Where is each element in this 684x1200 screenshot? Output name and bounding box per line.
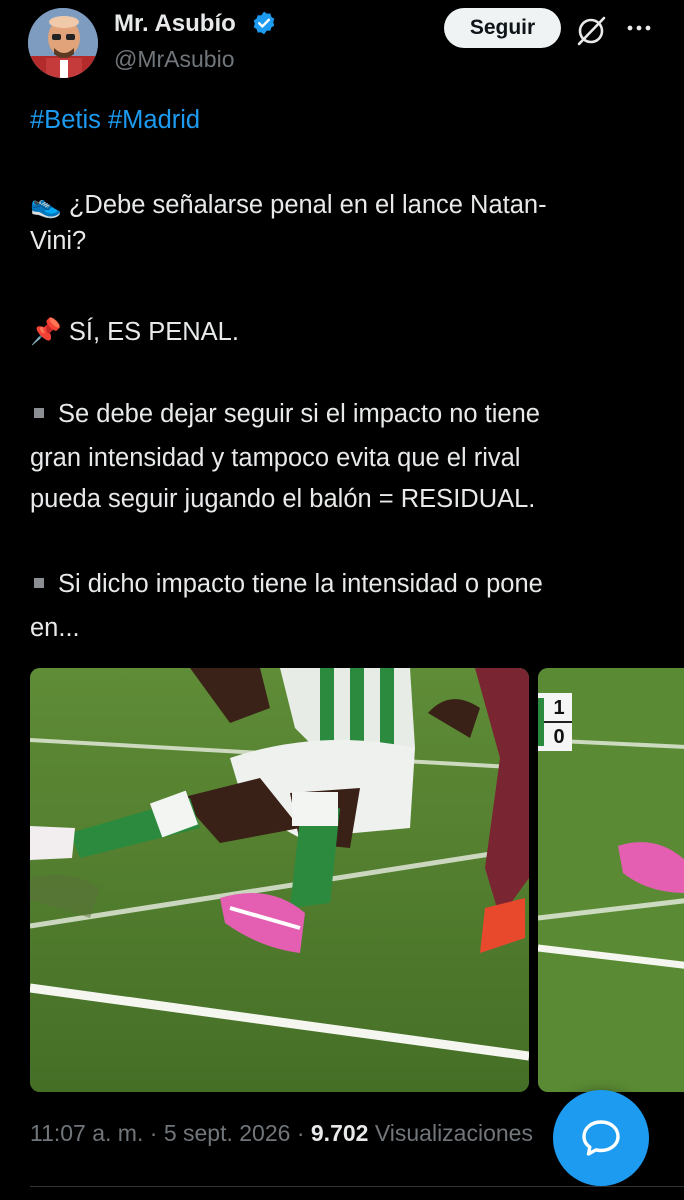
media-image-2[interactable]: 1 0 <box>538 668 684 1092</box>
grok-slash-icon[interactable] <box>574 14 608 48</box>
meta-separator-2: · <box>296 1120 305 1146</box>
point2-line-1: Si dicho impacto tiene la intensidad o p… <box>30 566 660 602</box>
point2-text-1: Si dicho impacto tiene la intensidad o p… <box>58 570 543 598</box>
point1-text-3: pueda seguir jugando el balón = RESIDUAL… <box>30 485 536 513</box>
football-pitch-image <box>30 668 529 1092</box>
follow-button[interactable]: Seguir <box>444 8 561 48</box>
views-count: 9.702 <box>310 1120 369 1146</box>
compose-reply-button[interactable] <box>553 1090 649 1186</box>
question-line-2: Vini? <box>30 223 660 259</box>
square-bullet-icon <box>34 578 44 589</box>
question-line: 👟 ¿Debe señalarse penal en el lance Nata… <box>30 187 660 223</box>
point1-text-1: Se debe dejar seguir si el impacto no ti… <box>58 400 540 428</box>
verified-badge-icon <box>253 11 275 35</box>
more-dots-icon[interactable] <box>624 18 654 38</box>
meta-separator: · <box>149 1120 158 1146</box>
avatar[interactable] <box>28 8 98 78</box>
media-carousel: 1 0 <box>30 668 684 1092</box>
tweet-time[interactable]: 11:07 a. m. <box>30 1120 143 1146</box>
square-bullet-icon <box>34 408 44 419</box>
author-handle[interactable]: @MrAsubio <box>114 46 235 73</box>
hashtag-madrid[interactable]: #Madrid <box>108 106 200 134</box>
score-overlay-bottom: 0 <box>553 726 565 748</box>
point1-line-2: gran intensidad y tampoco evita que el r… <box>30 440 660 476</box>
point1-text-2: gran intensidad y tampoco evita que el r… <box>30 444 521 472</box>
answer-line: 📌 SÍ, ES PENAL. <box>30 314 660 350</box>
pushpin-emoji-icon: 📌 <box>30 318 62 346</box>
avatar-image <box>28 8 98 78</box>
point1-line-3: pueda seguir jugando el balón = RESIDUAL… <box>30 481 660 517</box>
hashtags-line: #Betis #Madrid <box>30 102 660 138</box>
tweet-date[interactable]: 5 sept. 2026 <box>164 1120 291 1146</box>
views-label: Visualizaciones <box>374 1120 533 1146</box>
tweet-meta: 11:07 a. m. · 5 sept. 2026 · 9.702 Visua… <box>30 1120 590 1147</box>
question-text-2: Vini? <box>30 227 87 255</box>
hashtag-betis[interactable]: #Betis <box>30 106 101 134</box>
point2-text-2: en... <box>30 614 80 642</box>
answer-text: SÍ, ES PENAL. <box>68 318 239 346</box>
chat-bubble-icon <box>582 1120 620 1156</box>
tweet-header: Mr. Asubío @MrAsubio Seguir <box>0 0 684 90</box>
score-overlay-top: 1 <box>553 697 565 719</box>
media-image-1[interactable] <box>30 668 529 1092</box>
question-text-1: ¿Debe señalarse penal en el lance Natan- <box>68 191 547 219</box>
author-name[interactable]: Mr. Asubío <box>114 10 236 38</box>
divider <box>30 1186 684 1187</box>
shoe-emoji-icon: 👟 <box>30 191 62 219</box>
point1-line-1: Se debe dejar seguir si el impacto no ti… <box>30 396 660 432</box>
point2-line-2: en... <box>30 610 660 646</box>
